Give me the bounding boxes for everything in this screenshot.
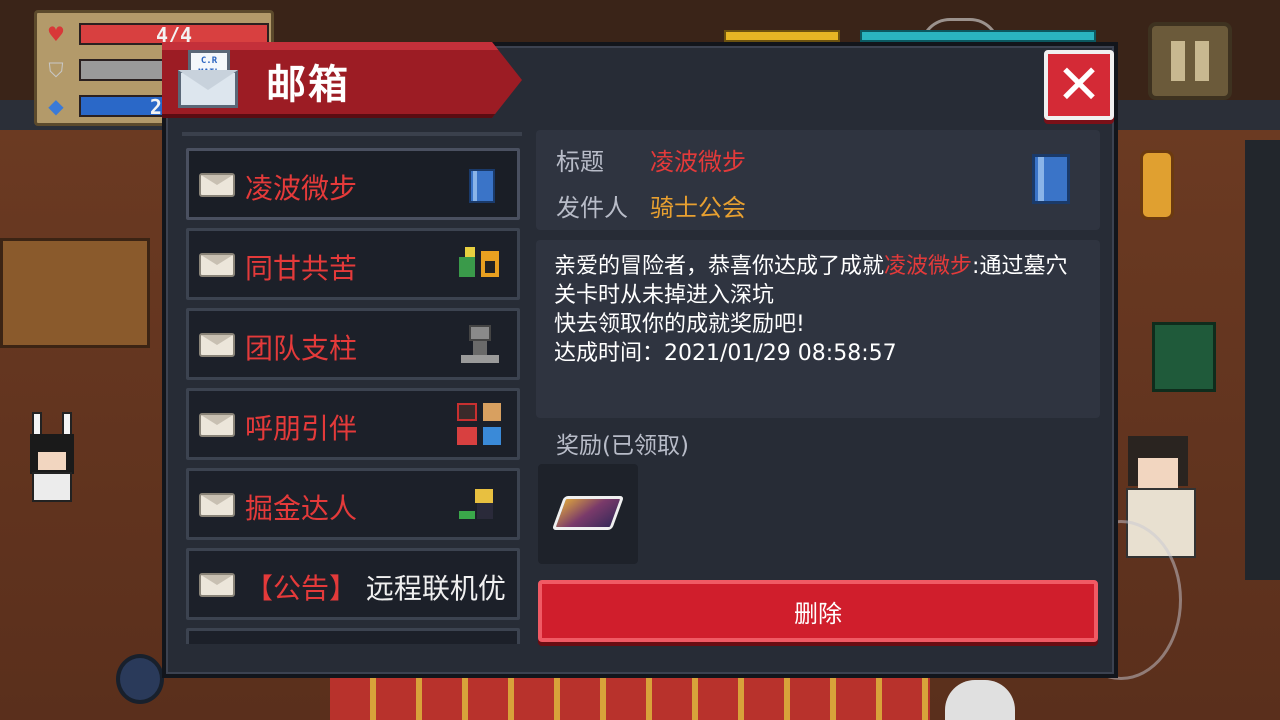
robot-icon xyxy=(455,323,505,367)
body-text: 亲爱的冒险者，恭喜你达成了成就 xyxy=(554,254,885,279)
book-icon xyxy=(1032,154,1070,204)
subject-label: 标题 xyxy=(556,148,604,176)
envelope-icon xyxy=(199,573,235,597)
mail-title: 凌波微步 xyxy=(245,172,358,205)
close-icon: ✕ xyxy=(1056,53,1102,116)
sender-label: 发件人 xyxy=(556,194,628,222)
envelope-icon xyxy=(199,413,235,437)
characters-icon xyxy=(455,243,505,287)
reward-slot[interactable] xyxy=(538,464,638,564)
party-icon xyxy=(455,403,505,447)
shield-icon: ⛉ xyxy=(48,58,64,82)
title-banner: C.RMAIL 邮箱 xyxy=(162,42,522,118)
mail-item[interactable]: 团队支柱 xyxy=(186,308,520,380)
body-text: 快去领取你的成就奖励吧! xyxy=(554,312,805,337)
miner-icon xyxy=(455,483,505,527)
achievement-time: 达成时间：2021/01/29 08:58:57 xyxy=(554,341,897,366)
mail-title: 掘金达人 xyxy=(245,492,358,525)
diamond-icon: ◆ xyxy=(48,94,64,118)
mail-body: 亲爱的冒险者，恭喜你达成了成就凌波微步:通过墓穴关卡时从未掉进入深坑 快去领取你… xyxy=(536,240,1100,418)
envelope-icon xyxy=(199,333,235,357)
lamp xyxy=(1140,150,1174,220)
reward-label: 奖励(已领取) xyxy=(556,433,689,459)
announcement-title: 远程联机优 xyxy=(365,572,506,605)
achievement-name: 凌波微步 xyxy=(884,254,973,279)
sender-value: 骑士公会 xyxy=(650,194,746,222)
announcement-tag: 【公告】 xyxy=(245,572,358,605)
mail-item[interactable]: 凌波微步 xyxy=(186,148,520,220)
book-icon xyxy=(469,169,495,203)
mail-title: 同甘共苦 xyxy=(245,252,358,285)
mailbox-panel: C.RMAIL 邮箱 ✕ 凌波微步 同甘共苦 团队支柱 xyxy=(162,42,1118,678)
subject-value: 凌波微步 xyxy=(650,148,746,176)
pause-button[interactable] xyxy=(1148,22,1232,100)
mail-item[interactable] xyxy=(186,628,520,644)
mail-header: 标题 凌波微步 发件人 骑士公会 xyxy=(536,130,1100,230)
envelope-icon xyxy=(199,493,235,517)
shelf xyxy=(0,238,150,348)
mail-title: 呼朋引伴 xyxy=(245,412,358,445)
mail-list[interactable]: 凌波微步 同甘共苦 团队支柱 呼朋引伴 掘金达人 【公告】 远程联机优 xyxy=(182,132,522,644)
bunny-npc[interactable] xyxy=(22,412,82,502)
mail-title: 【公告】 远程联机优 xyxy=(245,567,506,607)
cabinet xyxy=(1152,322,1216,392)
envelope-icon xyxy=(199,253,235,277)
envelope-icon xyxy=(199,173,235,197)
delete-button[interactable]: 删除 xyxy=(538,580,1098,642)
mail-icon: C.RMAIL xyxy=(176,48,242,110)
mail-item[interactable]: 呼朋引伴 xyxy=(186,388,520,460)
mail-title: 团队支柱 xyxy=(245,332,358,365)
mail-item[interactable]: 同甘共苦 xyxy=(186,228,520,300)
mail-item[interactable]: 掘金达人 xyxy=(186,468,520,540)
skin-tile-icon xyxy=(551,496,625,530)
boss-bar-cyan xyxy=(860,30,1096,42)
close-button[interactable]: ✕ xyxy=(1044,50,1114,120)
heart-icon: ♥ xyxy=(47,22,65,46)
page-title: 邮箱 xyxy=(266,62,350,108)
mail-item[interactable]: 【公告】 远程联机优 xyxy=(186,548,520,620)
barrel xyxy=(116,654,164,704)
pause-icon xyxy=(1171,41,1185,81)
right-wall xyxy=(1245,140,1280,580)
boss-bar-yellow xyxy=(724,30,840,42)
